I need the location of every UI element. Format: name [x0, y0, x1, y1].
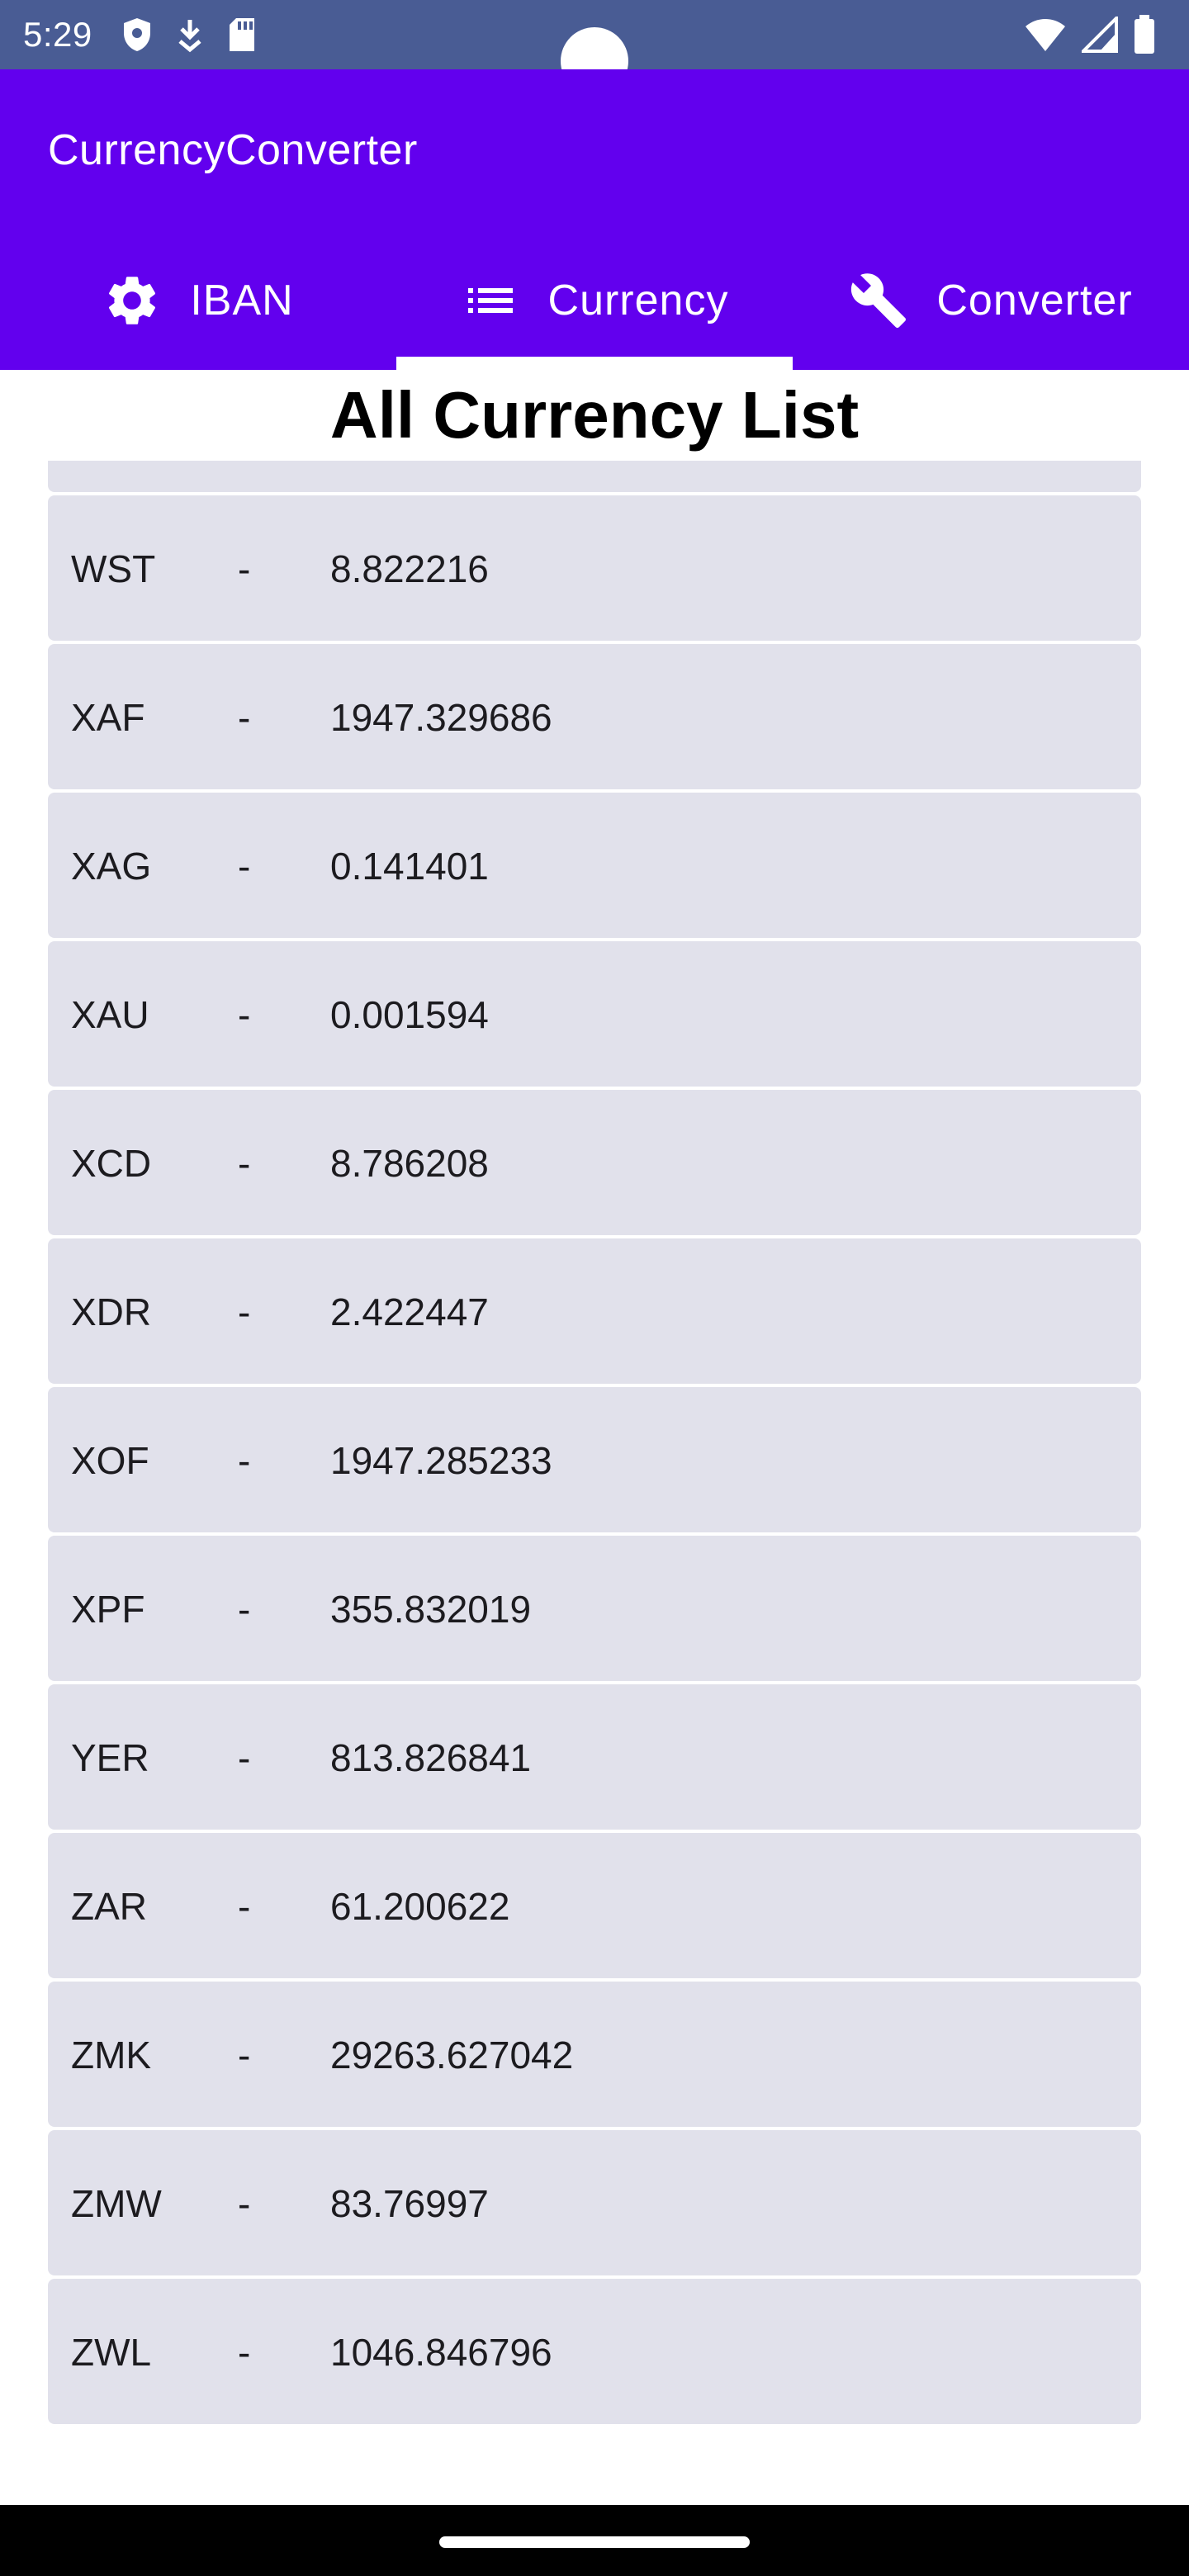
wifi-icon — [1026, 19, 1065, 51]
separator-dash: - — [238, 1142, 251, 1185]
currency-code: XAF — [71, 696, 145, 739]
tab-currency[interactable]: Currency — [396, 231, 793, 370]
currency-rate: 1046.846796 — [330, 2331, 552, 2374]
currency-rate: 1947.285233 — [330, 1439, 552, 1482]
tab-iban[interactable]: IBAN — [0, 231, 396, 370]
currency-rate: 1947.329686 — [330, 696, 552, 739]
tab-bar: IBAN Currency Converter — [0, 231, 1189, 370]
navigation-bar — [0, 2505, 1189, 2576]
app-title: CurrencyConverter — [48, 126, 418, 174]
battery-icon — [1135, 15, 1154, 54]
separator-dash: - — [238, 1290, 251, 1333]
separator-dash: - — [238, 1439, 251, 1482]
tab-converter[interactable]: Converter — [793, 231, 1189, 370]
tab-currency-label: Currency — [547, 277, 729, 324]
currency-code: ZAR — [71, 1885, 147, 1928]
sd-card-icon — [230, 18, 254, 51]
page-title: All Currency List — [0, 370, 1189, 461]
currency-code: XAG — [71, 845, 152, 888]
currency-code: YER — [71, 1736, 149, 1779]
list-item[interactable]: XPF - 355.832019 — [48, 1536, 1141, 1681]
tab-converter-label: Converter — [936, 277, 1133, 324]
currency-code: XPF — [71, 1588, 145, 1631]
download-icon — [178, 20, 201, 53]
separator-dash: - — [238, 993, 251, 1036]
currency-code: XAU — [71, 993, 149, 1036]
status-bar: 5:29 — [0, 0, 1189, 95]
list-item[interactable]: WST - 8.822216 — [48, 495, 1141, 641]
currency-list: VUV-384.796741 WST - 8.822216 XAF - 1947.32968… — [48, 461, 1141, 2427]
currency-rate: 83.76997 — [330, 2182, 489, 2225]
currency-rate: 813.826841 — [330, 1736, 532, 1779]
list-item[interactable]: XDR - 2.422447 — [48, 1238, 1141, 1384]
list-item[interactable]: XAF - 1947.329686 — [48, 644, 1141, 789]
currency-code: XDR — [71, 1290, 152, 1333]
wrench-icon — [851, 273, 907, 328]
separator-dash: - — [238, 1588, 251, 1631]
list-item[interactable]: ZAR - 61.200622 — [48, 1833, 1141, 1978]
currency-code: XOF — [71, 1439, 149, 1482]
list-item[interactable]: ZWL - 1046.846796 — [48, 2279, 1141, 2424]
tab-iban-label: IBAN — [190, 277, 294, 324]
currency-code: WST — [71, 547, 156, 590]
currency-code: ZWL — [71, 2331, 152, 2374]
currency-rate: 61.200622 — [330, 1885, 510, 1928]
list-icon — [467, 288, 513, 313]
separator-dash: - — [238, 845, 251, 888]
gear-icon — [109, 277, 156, 324]
app-bar: CurrencyConverter — [0, 69, 1189, 231]
separator-dash: - — [238, 696, 251, 739]
currency-rate: 0.141401 — [330, 845, 489, 888]
signal-icon — [1082, 17, 1118, 53]
separator-dash: - — [238, 2182, 251, 2225]
separator-dash: - — [238, 1736, 251, 1779]
currency-code: ZMW — [71, 2182, 162, 2225]
separator-dash: - — [238, 547, 251, 590]
list-item[interactable]: YER - 813.826841 — [48, 1684, 1141, 1830]
home-gesture-handle[interactable] — [439, 2536, 750, 2548]
currency-code: ZMK — [71, 2034, 152, 2076]
currency-rate: 8.786208 — [330, 1142, 489, 1185]
shield-icon — [124, 18, 150, 51]
list-item[interactable]: ZMK - 29263.627042 — [48, 1982, 1141, 2127]
list-item[interactable]: XAG - 0.141401 — [48, 793, 1141, 938]
selected-tab-indicator — [396, 357, 793, 370]
list-item[interactable]: ZMW - 83.76997 — [48, 2130, 1141, 2275]
list-item[interactable]: XOF - 1947.285233 — [48, 1387, 1141, 1532]
currency-rate: 2.422447 — [330, 1290, 489, 1333]
currency-code: XCD — [71, 1142, 152, 1185]
currency-rate: 355.832019 — [330, 1588, 532, 1631]
currency-rate: 8.822216 — [330, 547, 489, 590]
list-item[interactable]: VUV-384.796741 — [48, 461, 1141, 492]
status-time: 5:29 — [23, 15, 92, 54]
currency-rate: 0.001594 — [330, 993, 489, 1036]
separator-dash: - — [238, 1885, 251, 1928]
currency-list-viewport[interactable]: VUV-384.796741 WST - 8.822216 XAF - 1947.32968… — [0, 461, 1189, 2505]
separator-dash: - — [238, 2331, 251, 2374]
separator-dash: - — [238, 2034, 251, 2076]
list-item[interactable]: XCD - 8.786208 — [48, 1090, 1141, 1235]
list-item[interactable]: XAU - 0.001594 — [48, 941, 1141, 1087]
currency-rate: 29263.627042 — [330, 2034, 574, 2076]
